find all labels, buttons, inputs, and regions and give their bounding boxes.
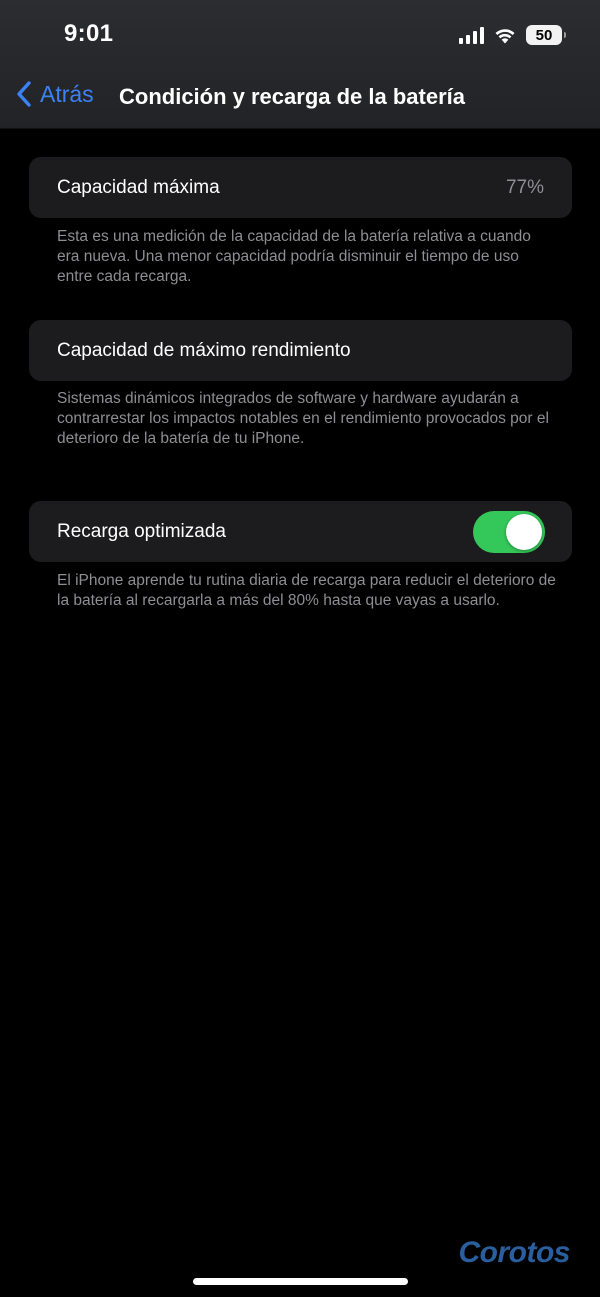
max-capacity-value: 77% bbox=[505, 177, 544, 198]
back-button-label: Atrás bbox=[40, 80, 94, 107]
corotos-watermark: Corotos bbox=[458, 1236, 571, 1269]
page-title: Condición y recarga de la batería bbox=[119, 84, 466, 109]
peak-performance-footnote: Sistemas dinámicos integrados de softwar… bbox=[57, 390, 549, 447]
home-indicator bbox=[193, 1278, 408, 1285]
peak-performance-label: Capacidad de máximo rendimiento bbox=[57, 340, 351, 361]
wifi-icon bbox=[495, 28, 515, 43]
status-icons: 50 bbox=[459, 22, 566, 48]
max-capacity-row: Capacidad máxima 77% bbox=[29, 157, 572, 218]
optimized-charging-label: Recarga optimizada bbox=[57, 521, 226, 542]
optimized-charging-toggle[interactable] bbox=[473, 511, 545, 553]
max-capacity-label: Capacidad máxima bbox=[57, 177, 220, 198]
cellular-signal-icon bbox=[459, 26, 484, 44]
toggle-knob bbox=[506, 514, 542, 550]
optimized-charging-footnote: El iPhone aprende tu rutina diaria de re… bbox=[57, 572, 556, 609]
top-bar: 9:01 50 Atrás Condición y recarga de la … bbox=[0, 0, 600, 129]
status-time: 9:01 bbox=[64, 20, 114, 47]
optimized-charging-row: Recarga optimizada bbox=[29, 501, 572, 562]
chevron-left-icon bbox=[17, 81, 31, 107]
max-capacity-footnote: Esta es una medición de la capacidad de … bbox=[57, 228, 531, 285]
battery-icon: 50 bbox=[526, 25, 566, 45]
navigation-bar: Atrás Condición y recarga de la batería bbox=[0, 76, 600, 120]
back-button[interactable]: Atrás bbox=[16, 80, 94, 108]
peak-performance-row: Capacidad de máximo rendimiento bbox=[29, 320, 572, 381]
